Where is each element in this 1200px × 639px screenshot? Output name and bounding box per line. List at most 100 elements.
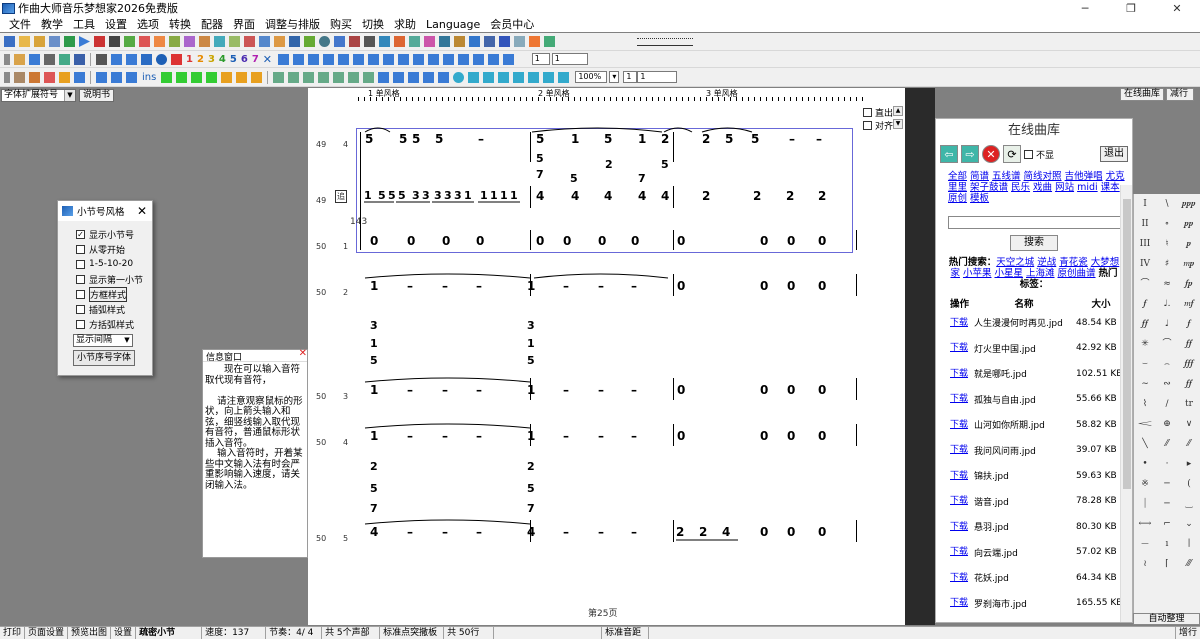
menu-layout[interactable]: 调整与排版 [265, 16, 320, 32]
eighth-note-icon[interactable] [111, 53, 122, 65]
download-link[interactable]: 下载 [950, 394, 972, 404]
num-6[interactable]: 6 [241, 54, 248, 65]
menu-member[interactable]: 会员中心 [490, 16, 534, 32]
palette-symbol[interactable]: 𝆑 [1134, 294, 1156, 314]
palette-symbol[interactable]: ♮ [1156, 234, 1178, 254]
download-link[interactable]: 下载 [950, 598, 972, 608]
copy-icon[interactable] [259, 36, 270, 47]
palette-symbol[interactable]: • [1134, 454, 1156, 474]
checkbox[interactable]: ✓ [76, 229, 85, 239]
palette-symbol[interactable]: ⁄⁄ [1178, 434, 1200, 454]
menu-options[interactable]: 选项 [137, 16, 159, 32]
green-bars-icon-3[interactable] [191, 71, 203, 83]
field-3[interactable]: 1 [623, 71, 638, 83]
category-link[interactable]: 模板 [970, 193, 989, 204]
grid-icon[interactable] [126, 71, 137, 83]
menu-teach[interactable]: 教学 [41, 16, 63, 32]
scrollbar[interactable] [1120, 185, 1132, 622]
accent-icon[interactable] [307, 53, 319, 65]
keyboard-icon[interactable] [74, 53, 85, 65]
ornament-icon[interactable] [352, 53, 364, 65]
arrow-up-icon[interactable] [487, 53, 499, 65]
menu-interface[interactable]: 界面 [233, 16, 255, 32]
maximize-button[interactable]: ❐ [1108, 0, 1154, 16]
toolbar-slider[interactable] [637, 37, 693, 46]
hot-link[interactable]: 小苹果 [963, 268, 992, 279]
category-link[interactable]: 吉他弹唱 [1065, 171, 1103, 182]
sixteenth-note-icon[interactable] [126, 53, 137, 65]
double-note-icon[interactable] [499, 36, 510, 47]
percent-icon[interactable] [412, 53, 424, 65]
palette-symbol[interactable]: ∼ [1134, 374, 1156, 394]
key-icon[interactable] [394, 36, 405, 47]
font-extension-select[interactable]: 字体扩展符号 ▼ [1, 89, 76, 102]
repeat-icon[interactable] [337, 53, 349, 65]
menu-help[interactable]: 求助 [394, 16, 416, 32]
menu-orchestrate[interactable]: 配器 [201, 16, 223, 32]
vertical-line-icon[interactable] [322, 53, 334, 65]
sharp-icon[interactable] [367, 53, 379, 65]
guitar-icon[interactable] [29, 71, 40, 83]
hide-checkbox[interactable]: 不显 [1024, 148, 1054, 161]
mixer-icon[interactable] [139, 36, 150, 47]
segno-icon[interactable] [333, 71, 345, 83]
palette-symbol[interactable]: ⌐ [1156, 514, 1178, 534]
menu-tools[interactable]: 工具 [73, 16, 95, 32]
category-link[interactable]: 网站 [1055, 182, 1074, 193]
palette-symbol[interactable]: \ [1156, 194, 1178, 214]
palette-symbol[interactable]: 𝆒 [1134, 414, 1156, 434]
heart-icon[interactable] [199, 36, 210, 47]
option-box-style[interactable]: 方框样式 [58, 286, 152, 302]
close-icon[interactable]: ✕ [299, 348, 307, 359]
green-bars-icon-2[interactable] [176, 71, 188, 83]
marker-icon[interactable] [454, 36, 465, 47]
category-link[interactable]: 架子鼓谱 [970, 182, 1008, 193]
search-input[interactable] [948, 216, 1122, 229]
exit-button[interactable]: 退出 [1100, 146, 1128, 162]
palette-symbol[interactable]: tr [1178, 394, 1200, 414]
dash-icon[interactable] [364, 36, 375, 47]
category-link[interactable]: 简线对照 [1024, 171, 1062, 182]
fine-icon[interactable] [303, 71, 315, 83]
close-button[interactable]: ✕ [1154, 0, 1200, 16]
palette-symbol[interactable]: ⏐ [1134, 494, 1156, 514]
back-icon[interactable]: ⇦ [940, 145, 958, 163]
hand-icon[interactable] [14, 53, 25, 65]
interval-select[interactable]: 显示间隔 ▼ [73, 334, 133, 347]
note-icon[interactable] [154, 36, 165, 47]
palette-symbol[interactable]: ⌒ [1134, 274, 1156, 294]
palette-symbol[interactable]: ♩ [1156, 314, 1178, 334]
palette-symbol[interactable]: ─ [1156, 474, 1178, 494]
page-setup-button[interactable]: 页面设置 [25, 627, 69, 639]
staff-icon[interactable] [59, 53, 70, 65]
download-link[interactable]: 下载 [950, 369, 972, 379]
slur-icon[interactable] [292, 53, 304, 65]
palette-symbol[interactable]: ⌒ [1156, 334, 1178, 354]
palette-symbol[interactable]: 𝆏𝆏 [1178, 214, 1200, 234]
checkbox[interactable] [76, 274, 85, 284]
tri-icon[interactable] [408, 71, 420, 83]
menu-file[interactable]: 文件 [9, 16, 31, 32]
minimize-button[interactable]: ─ [1062, 0, 1108, 16]
palette-symbol[interactable]: ⌢ [1156, 354, 1178, 374]
category-link[interactable]: 简谱 [970, 171, 989, 182]
online-library-button[interactable]: 在线曲库 [1120, 88, 1165, 101]
cyan-note-icon-6[interactable] [543, 71, 555, 83]
orange-bar-icon[interactable] [221, 71, 233, 83]
barline-icon[interactable] [273, 71, 285, 83]
bars-icon[interactable] [229, 36, 240, 47]
chord-icon[interactable] [169, 36, 180, 47]
option-show-bar-number[interactable]: ✓ 显示小节号 [58, 227, 152, 241]
menu-convert[interactable]: 转换 [169, 16, 191, 32]
preview-button[interactable]: 预览出图 [68, 627, 112, 639]
checkbox[interactable] [76, 289, 85, 299]
palette-symbol[interactable]: ∣ [1178, 534, 1200, 554]
checkbox[interactable] [76, 304, 85, 314]
menu-buy[interactable]: 购买 [330, 16, 352, 32]
orange-bar-icon-2[interactable] [236, 71, 248, 83]
score-page[interactable]: 1 单风格 2 单风格 3 单风格 直出 对齐 ▲ ▼ 49 4 49 追 14… [308, 88, 905, 625]
palette-symbol[interactable]: 𝆐𝆏 [1178, 254, 1200, 274]
green-line-icon[interactable] [206, 71, 218, 83]
cross-mark-icon[interactable] [442, 53, 454, 65]
category-link[interactable]: 五线谱 [992, 171, 1021, 182]
